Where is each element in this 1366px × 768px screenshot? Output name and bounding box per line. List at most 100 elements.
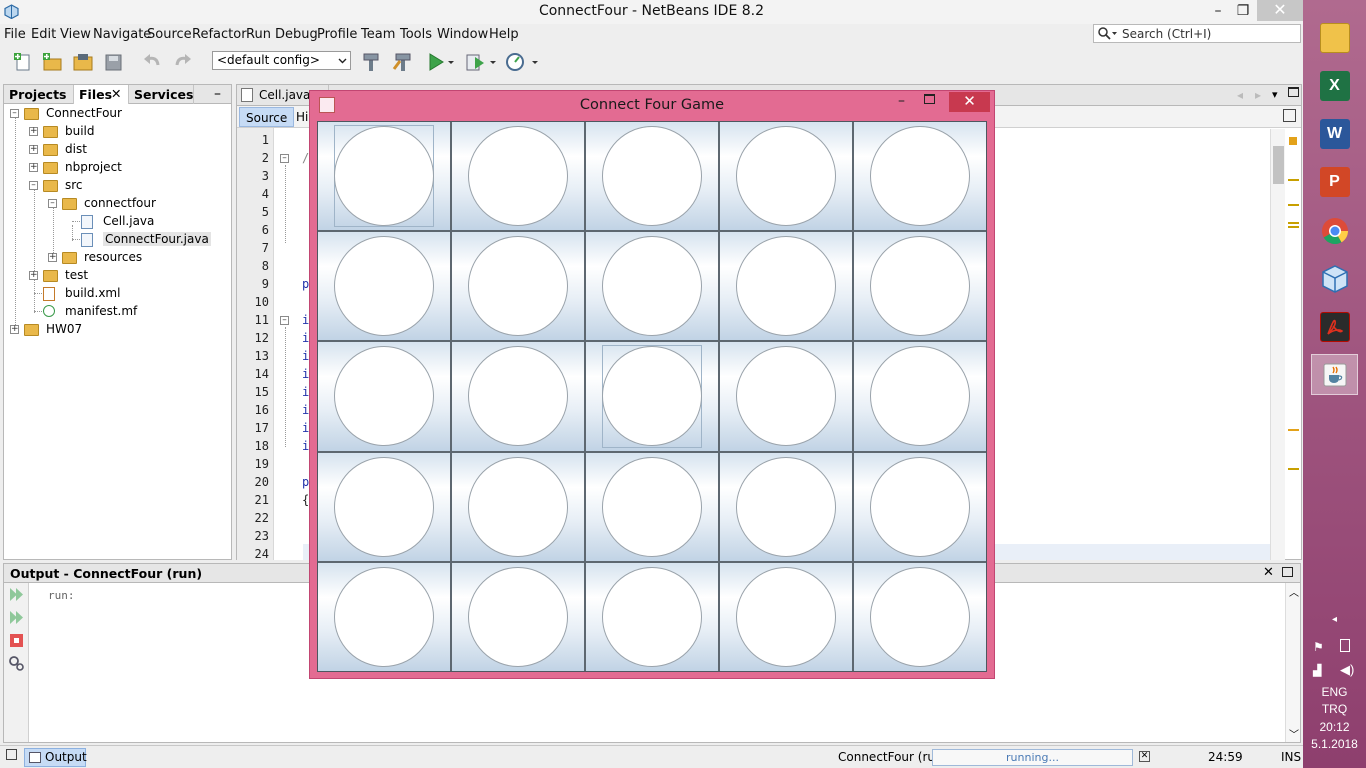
board-cell[interactable]	[586, 342, 718, 451]
scroll-tabs-left-icon[interactable]: ◂	[1237, 88, 1243, 102]
restore-windows-icon[interactable]	[6, 749, 17, 760]
maximize-editor-icon[interactable]	[1288, 87, 1299, 97]
tree-item[interactable]: + build	[4, 123, 229, 141]
board-cell[interactable]	[318, 342, 450, 451]
restore-icon[interactable]	[1282, 567, 1293, 577]
menu-run[interactable]: Run	[246, 27, 271, 42]
language-primary[interactable]: ENG	[1303, 685, 1366, 699]
tree-item[interactable]: – src	[4, 177, 229, 195]
collapse-icon[interactable]: –	[10, 109, 19, 118]
empty-disc-slot[interactable]	[602, 566, 702, 667]
empty-disc-slot[interactable]	[602, 456, 702, 557]
empty-disc-slot[interactable]	[602, 346, 702, 447]
menu-tools[interactable]: Tools	[400, 27, 432, 42]
undo-icon[interactable]	[141, 51, 163, 73]
debug-icon[interactable]	[464, 51, 486, 73]
board-cell[interactable]	[318, 452, 450, 561]
tree-item[interactable]: ConnectFour.java	[4, 231, 229, 249]
debug-dropdown-icon[interactable]	[488, 51, 498, 73]
menu-view[interactable]: View	[60, 27, 91, 42]
chevron-up-icon[interactable]: ︿	[1289, 584, 1299, 599]
game-maximize-button[interactable]	[924, 94, 935, 104]
menu-source[interactable]: Source	[147, 27, 192, 42]
taskbar-java[interactable]	[1311, 354, 1358, 395]
fold-icon[interactable]: –	[280, 316, 289, 325]
close-icon[interactable]: ✕	[111, 86, 121, 101]
settings-icon[interactable]	[8, 655, 25, 672]
board-cell[interactable]	[318, 562, 450, 671]
expand-icon[interactable]: +	[29, 163, 38, 172]
source-view-button[interactable]: Source	[239, 107, 295, 127]
close-button[interactable]: ✕	[1257, 0, 1303, 21]
build-hammer-icon[interactable]	[360, 51, 382, 73]
redo-icon[interactable]	[172, 51, 194, 73]
taskbar-acrobat[interactable]	[1311, 306, 1358, 347]
board-cell[interactable]	[720, 342, 852, 451]
empty-disc-slot[interactable]	[602, 236, 702, 337]
menu-file[interactable]: File	[4, 27, 26, 42]
new-file-icon[interactable]	[12, 51, 34, 73]
empty-disc-slot[interactable]	[468, 566, 568, 667]
clock-date[interactable]: 5.1.2018	[1303, 737, 1366, 751]
minimize-button[interactable]: –	[1205, 0, 1231, 22]
board-cell[interactable]	[854, 232, 986, 341]
config-select[interactable]: <default config>	[212, 51, 351, 70]
tab-files[interactable]: Files ✕	[74, 85, 129, 104]
board-cell[interactable]	[854, 342, 986, 451]
tree-item[interactable]: – ConnectFour	[4, 105, 229, 123]
empty-disc-slot[interactable]	[736, 126, 836, 227]
profile-dropdown-icon[interactable]	[530, 51, 540, 73]
new-project-icon[interactable]	[41, 51, 63, 73]
empty-disc-slot[interactable]	[334, 126, 434, 227]
action-center-flag-icon[interactable]: ⚑	[1313, 640, 1324, 654]
minimize-panel-icon[interactable]: –	[214, 86, 221, 102]
split-icon[interactable]	[1283, 109, 1296, 122]
cancel-process-icon[interactable]: ✕	[1139, 751, 1150, 762]
scroll-tabs-right-icon[interactable]: ▸	[1255, 88, 1261, 102]
tree-item[interactable]: Cell.java	[4, 213, 229, 231]
tree-item[interactable]: manifest.mf	[4, 303, 229, 321]
board-cell[interactable]	[586, 452, 718, 561]
board-cell[interactable]	[318, 232, 450, 341]
taskbar-excel[interactable]: X	[1311, 65, 1358, 106]
empty-disc-slot[interactable]	[736, 236, 836, 337]
empty-disc-slot[interactable]	[870, 236, 970, 337]
board-cell[interactable]	[452, 232, 584, 341]
fold-icon[interactable]: –	[280, 154, 289, 163]
language-secondary[interactable]: TRQ	[1303, 702, 1366, 716]
run-dropdown-icon[interactable]	[446, 51, 456, 73]
profile-icon[interactable]	[504, 51, 526, 73]
run-icon[interactable]	[425, 51, 447, 73]
editor-scrollbar[interactable]	[1270, 129, 1285, 560]
tree-item[interactable]: + nbproject	[4, 159, 229, 177]
empty-disc-slot[interactable]	[468, 346, 568, 447]
collapse-icon[interactable]: –	[29, 181, 38, 190]
tree-item[interactable]: + test	[4, 267, 229, 285]
menu-navigate[interactable]: Navigate	[93, 27, 151, 42]
running-process[interactable]: ConnectFour (run)	[838, 750, 947, 764]
empty-disc-slot[interactable]	[334, 566, 434, 667]
volume-icon[interactable]: ◀)	[1340, 662, 1354, 678]
battery-icon[interactable]	[1340, 639, 1350, 652]
taskbar-powerpoint[interactable]: P	[1311, 161, 1358, 202]
game-close-button[interactable]: ✕	[949, 92, 990, 112]
taskbar-word[interactable]: W	[1311, 113, 1358, 154]
close-icon[interactable]: ✕	[1263, 565, 1274, 580]
tab-projects[interactable]: Projects	[4, 85, 74, 104]
board-cell[interactable]	[586, 562, 718, 671]
scroll-thumb[interactable]	[1273, 146, 1284, 184]
tree-item[interactable]: + resources	[4, 249, 229, 267]
save-all-icon[interactable]	[103, 51, 125, 73]
menu-profile[interactable]: Profile	[317, 27, 357, 42]
tab-services[interactable]: Services	[129, 85, 194, 104]
open-project-icon[interactable]	[72, 51, 94, 73]
empty-disc-slot[interactable]	[468, 236, 568, 337]
expand-icon[interactable]: +	[29, 145, 38, 154]
empty-disc-slot[interactable]	[736, 456, 836, 557]
board-cell[interactable]	[720, 452, 852, 561]
tree-item[interactable]: + HW07	[4, 321, 229, 339]
empty-disc-slot[interactable]	[870, 456, 970, 557]
show-hidden-icons-icon[interactable]: ◂	[1303, 614, 1366, 625]
tree-item[interactable]: + dist	[4, 141, 229, 159]
clean-build-icon[interactable]	[392, 51, 414, 73]
